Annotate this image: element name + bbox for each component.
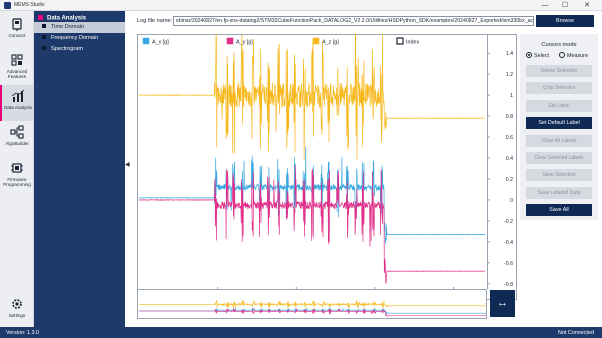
subnav-item-time-domain[interactable]: Time Domain bbox=[34, 22, 125, 33]
nav-label: Settings bbox=[8, 313, 26, 318]
legend-label: Index bbox=[406, 40, 419, 46]
nav-item-firmware-programming[interactable]: Firmware Programming bbox=[0, 157, 34, 193]
y-tick-label: 1.2 bbox=[506, 72, 513, 78]
cursors-mode-title: Cursors mode bbox=[541, 42, 577, 48]
y-tick-label: -0.6 bbox=[504, 261, 513, 267]
browse-button[interactable]: Browse bbox=[536, 15, 594, 27]
delete-selection-button[interactable]: Delete Selection bbox=[526, 65, 592, 77]
save-selection-button[interactable]: Save Selection bbox=[526, 169, 592, 182]
app-logo-icon bbox=[4, 2, 11, 9]
y-tick-label: 1 bbox=[510, 93, 513, 99]
subnav-item-label: Spectrogram bbox=[51, 46, 84, 52]
subnav-item-spectrogram[interactable]: Spectrogram bbox=[34, 44, 125, 55]
square-bullet-icon bbox=[42, 35, 46, 39]
minimize-button[interactable]: — bbox=[536, 1, 554, 10]
section-marker bbox=[38, 15, 43, 20]
log-file-label: Log file name: bbox=[137, 18, 173, 24]
set-default-label-button[interactable]: Set Default Label bbox=[526, 117, 592, 130]
radio-label: Measure bbox=[567, 53, 588, 59]
square-bullet-icon bbox=[42, 24, 46, 28]
status-bar: Version: 1.3.0 Not Connected bbox=[0, 327, 602, 338]
swap-arrows-button[interactable]: ↔ bbox=[490, 290, 515, 317]
nav-label: Firmware Programming bbox=[3, 177, 31, 188]
set-label-button[interactable]: Set Label bbox=[526, 99, 592, 112]
log-file-input[interactable]: ebinar/20240827/en.fp-sns-datalog2/STM32… bbox=[173, 16, 534, 26]
navigator-line bbox=[139, 307, 486, 317]
y-tick-label: 0.6 bbox=[506, 135, 513, 141]
y-tick-label: -0.2 bbox=[504, 219, 513, 225]
save-all-button[interactable]: Save All bbox=[526, 204, 592, 217]
crop-selection-button[interactable]: Crop Selection bbox=[526, 82, 592, 95]
navigator-line bbox=[139, 299, 486, 309]
save-labeled-data-button[interactable]: Save Labeled Data bbox=[526, 186, 592, 199]
clear-all-labels-button[interactable]: Clear All Labels bbox=[526, 134, 592, 147]
cursors-panel: Cursors mode Select Measure Delete Selec… bbox=[520, 34, 598, 220]
title-bar: MEMS Studio — ☐ ✕ bbox=[0, 0, 602, 11]
measure-radio[interactable]: Measure bbox=[559, 52, 588, 59]
y-tick-label: 1.4 bbox=[506, 51, 513, 57]
log-file-row: Log file name: ebinar/20240827/en.fp-sns… bbox=[137, 16, 597, 26]
subnav-item-label: Time Domain bbox=[51, 24, 85, 30]
plug-icon bbox=[12, 18, 22, 31]
radio-label: Select bbox=[534, 53, 549, 59]
y-tick-label: 0.4 bbox=[506, 156, 513, 162]
plot-frame bbox=[137, 34, 517, 300]
subnav-title: Data Analysis bbox=[47, 15, 87, 22]
gear-icon bbox=[12, 299, 22, 309]
time-domain-plot[interactable]: A_x [g] A_y [g] A_z [g] Index 1.4 1.2 1 0.8 0.6… bbox=[137, 34, 517, 300]
y-tick-label: 0.8 bbox=[506, 114, 513, 120]
legend-swatch[interactable] bbox=[142, 37, 150, 45]
legend-swatch[interactable] bbox=[396, 37, 404, 45]
clear-selected-labels-button[interactable]: Clear Selected Labels bbox=[526, 152, 592, 164]
nav-label: AlgoBuilder bbox=[5, 141, 29, 146]
chip-icon bbox=[11, 163, 23, 173]
y-tick-label: 0.2 bbox=[506, 177, 513, 183]
overview-navigator[interactable] bbox=[137, 289, 487, 319]
radio-selected-icon bbox=[526, 52, 532, 58]
version-text: Version: 1.3.0 bbox=[6, 330, 39, 336]
subnav-header: Data Analysis bbox=[38, 15, 86, 22]
left-navigation: Connect Advanced Features Data Analysis … bbox=[0, 11, 34, 327]
nav-label: Connect bbox=[8, 33, 26, 38]
main-panel: Log file name: ebinar/20240827/en.fp-sns… bbox=[131, 11, 602, 327]
data-analysis-subnav: Data Analysis Time Domain Frequency Doma… bbox=[34, 11, 125, 327]
window-title: MEMS Studio bbox=[14, 2, 45, 8]
nav-item-advanced-features[interactable]: Advanced Features bbox=[0, 49, 34, 85]
maximize-button[interactable]: ☐ bbox=[556, 1, 574, 10]
y-tick-label: -0.4 bbox=[504, 240, 513, 246]
nav-item-connect[interactable]: Connect bbox=[0, 13, 34, 49]
legend-swatch[interactable] bbox=[226, 37, 234, 45]
flow-icon bbox=[10, 125, 24, 139]
square-bullet-icon bbox=[42, 46, 46, 50]
legend-label: A_z [g] bbox=[322, 40, 339, 46]
nav-label: Advanced Features bbox=[6, 69, 28, 80]
subnav-item-label: Frequency Domain bbox=[51, 35, 99, 41]
nav-item-settings[interactable]: Settings bbox=[0, 293, 34, 329]
bar-chart-icon bbox=[11, 89, 25, 102]
nav-item-data-analysis[interactable]: Data Analysis bbox=[0, 85, 34, 121]
legend-label: A_x [g] bbox=[152, 40, 169, 46]
grid-icon bbox=[11, 54, 23, 66]
legend-label: A_y [g] bbox=[236, 40, 253, 46]
y-tick-label: 0 bbox=[510, 198, 513, 204]
subnav-item-frequency-domain[interactable]: Frequency Domain bbox=[34, 33, 125, 44]
connection-status: Not Connected bbox=[558, 330, 594, 336]
close-button[interactable]: ✕ bbox=[578, 1, 596, 10]
legend-swatch[interactable] bbox=[312, 37, 320, 45]
select-radio[interactable]: Select bbox=[526, 52, 549, 59]
nav-item-algobuilder[interactable]: AlgoBuilder bbox=[0, 121, 34, 157]
radio-unselected-icon bbox=[559, 52, 565, 58]
y-tick-label: -0.8 bbox=[504, 282, 513, 288]
nav-label: Data Analysis bbox=[4, 105, 32, 110]
